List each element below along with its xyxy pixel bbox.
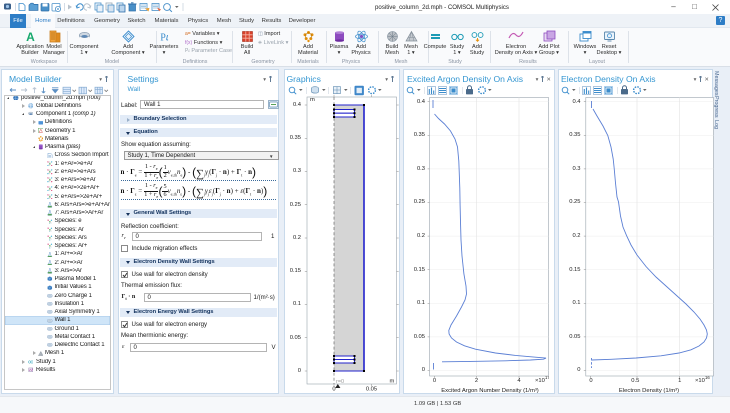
svg-text:17: 17	[545, 375, 549, 380]
svg-text:Electron Density (1/m³): Electron Density (1/m³)	[619, 388, 679, 394]
svg-text:×10: ×10	[695, 378, 705, 384]
svg-text:×10: ×10	[535, 378, 545, 384]
svg-text:16: 16	[705, 375, 710, 380]
svg-text:m: m	[390, 379, 395, 385]
svg-text:0: 0	[332, 387, 335, 393]
svg-text:4: 4	[517, 378, 521, 384]
svg-text:0.05: 0.05	[366, 387, 377, 393]
svg-text:P𝜄: P𝜄	[160, 33, 169, 44]
svg-text:0: 0	[589, 378, 592, 384]
svg-text:0: 0	[433, 378, 436, 384]
svg-text:0.5: 0.5	[631, 378, 639, 384]
svg-text:A: A	[26, 30, 35, 43]
svg-text:m: m	[310, 97, 315, 103]
svg-text:r=0: r=0	[336, 379, 344, 385]
svg-text:2: 2	[475, 378, 478, 384]
svg-text:1: 1	[678, 378, 681, 384]
svg-text:Excited Argon Number Density (: Excited Argon Number Density (1/m³)	[441, 388, 539, 394]
